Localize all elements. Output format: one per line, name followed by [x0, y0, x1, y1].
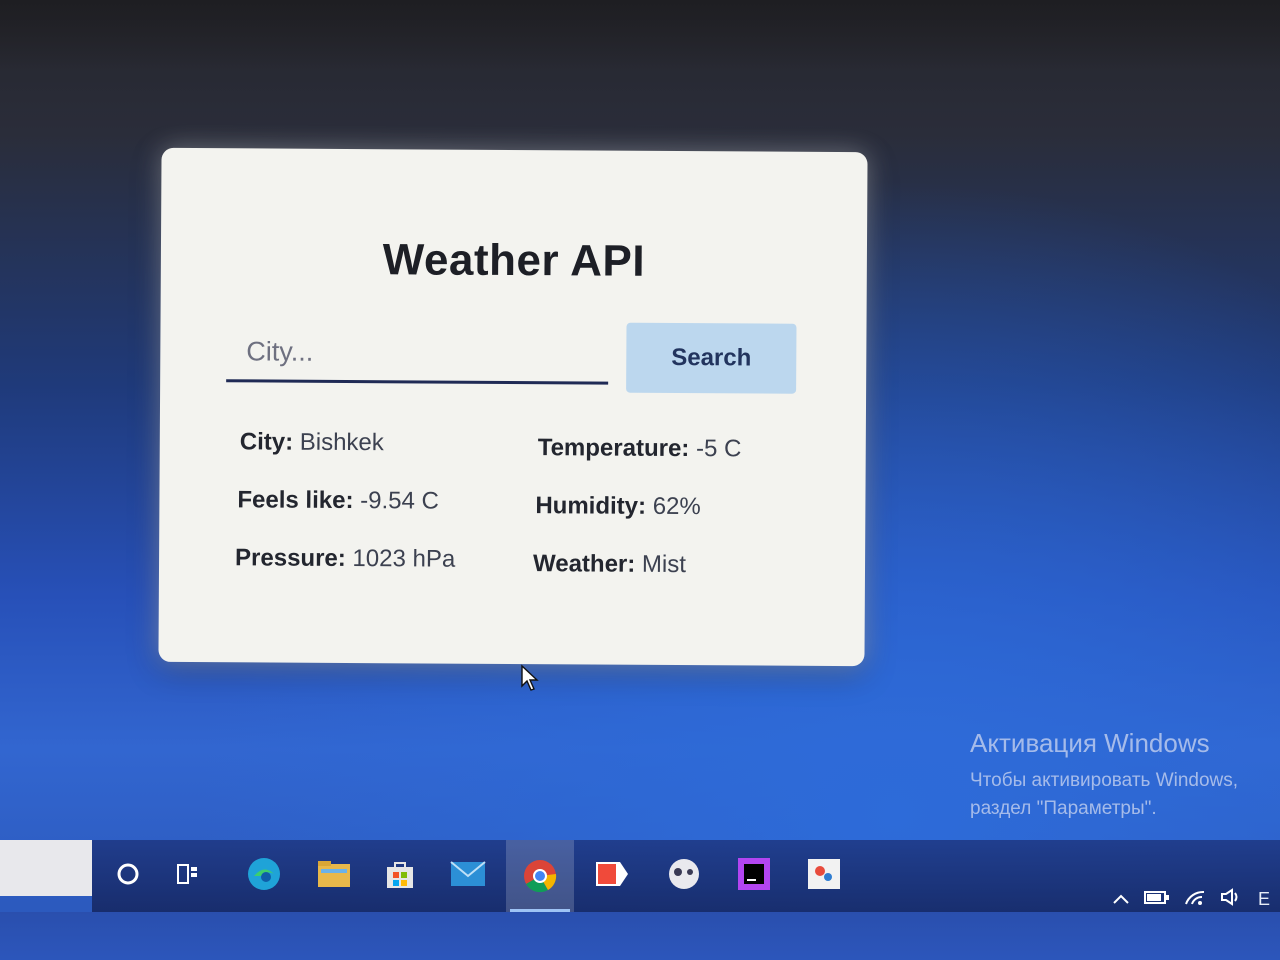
result-label: Pressure:: [234, 544, 346, 572]
watermark-title: Активация Windows: [970, 728, 1210, 758]
edge-icon[interactable]: [242, 852, 286, 896]
result-pressure: Pressure: 1023 hPa: [235, 544, 455, 573]
mail-icon[interactable]: [446, 852, 490, 896]
desktop-bottom-edge: [0, 912, 1280, 960]
file-explorer-icon[interactable]: [312, 852, 356, 896]
mouse-cursor-icon: [521, 664, 539, 691]
result-feels-like: Feels like: -9.54 C: [237, 486, 439, 515]
yandex-browser-icon[interactable]: [590, 852, 634, 896]
page-title: Weather API: [382, 235, 646, 286]
store-icon[interactable]: [378, 852, 422, 896]
weather-card: Weather API Search City: Bishkek Tempera…: [158, 147, 868, 667]
result-value: 62%: [652, 492, 701, 521]
result-value: Mist: [641, 550, 687, 579]
result-label: City:: [239, 428, 294, 456]
screen-glare-area: [0, 840, 92, 896]
windows-activation-watermark: Активация Windows Чтобы активировать Win…: [970, 728, 1238, 823]
phpstorm-icon[interactable]: [732, 852, 776, 896]
result-value: -9.54 C: [360, 487, 439, 515]
result-label: Weather:: [532, 550, 636, 578]
watermark-line: раздел "Параметры".: [970, 798, 1157, 819]
result-value: -5 C: [695, 435, 742, 463]
city-search-input[interactable]: [226, 324, 609, 385]
result-temperature: Temperature: -5 C: [538, 434, 742, 463]
result-label: Temperature:: [537, 434, 690, 463]
monitor-bezel-top: [0, 0, 1280, 70]
result-weather: Weather: Mist: [533, 550, 686, 579]
wifi-icon[interactable]: [1184, 888, 1206, 911]
search-button[interactable]: Search: [626, 322, 797, 394]
battery-icon[interactable]: [1143, 889, 1170, 910]
paint-icon[interactable]: [802, 852, 846, 896]
watermark-line: Чтобы активировать Windows,: [970, 770, 1239, 791]
search-icon[interactable]: [106, 852, 150, 896]
result-label: Humidity:: [535, 492, 647, 520]
result-label: Feels like:: [237, 486, 354, 515]
system-tray: E: [1112, 884, 1280, 914]
result-city: City: Bishkek: [240, 428, 384, 457]
chevron-up-icon[interactable]: [1112, 889, 1130, 910]
task-view-icon[interactable]: [166, 852, 210, 896]
tray-language-text[interactable]: E: [1258, 889, 1270, 910]
result-value: Bishkek: [299, 428, 384, 457]
windows-taskbar: E: [92, 840, 1280, 912]
chrome-icon[interactable]: [506, 840, 574, 912]
game-controller-icon[interactable]: [662, 852, 706, 896]
result-humidity: Humidity: 62%: [535, 492, 701, 521]
result-value: 1023 hPa: [352, 545, 456, 573]
volume-icon[interactable]: [1220, 887, 1244, 911]
